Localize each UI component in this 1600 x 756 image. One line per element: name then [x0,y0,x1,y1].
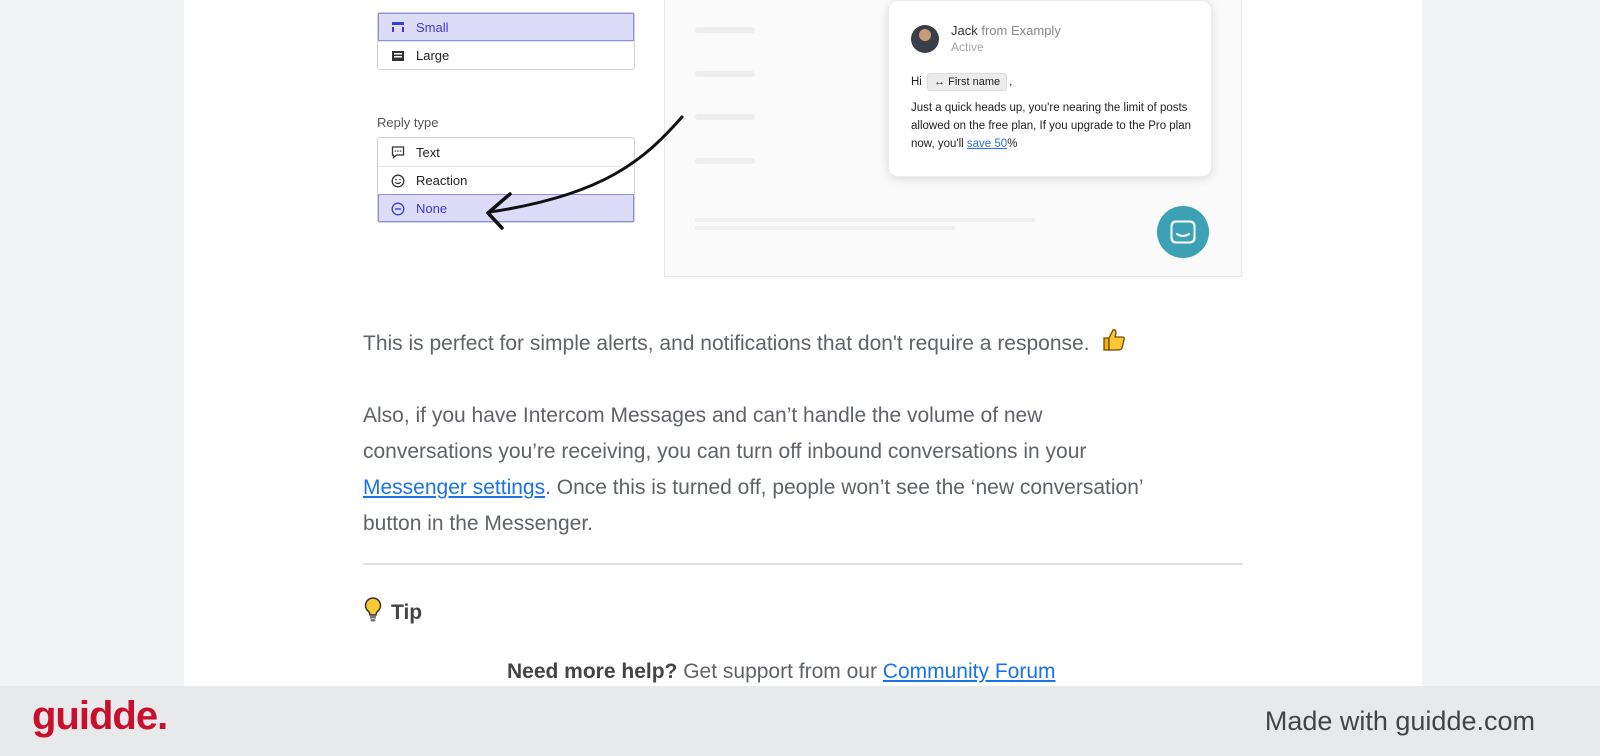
paragraph-text: This is perfect for simple alerts, and n… [363,332,1090,355]
paragraph-line: button in the Messenger. [363,512,593,535]
article-screenshot: Small Large Reply type Text Reaction Non… [184,0,1422,280]
article-page: Small Large Reply type Text Reaction Non… [184,0,1422,686]
help-line: Need more help? Get support from our Com… [507,660,1056,684]
help-text: Get support from our [677,660,883,683]
thumbs-up-icon [1101,327,1127,365]
lightbulb-icon [363,596,383,630]
annotation-arrow [486,115,684,230]
paragraph-text: . Once this is turned off, people won’t … [545,476,1144,499]
paragraph-line: Also, if you have Intercom Messages and … [363,404,1043,427]
paragraph-line: conversations you’re receiving, you can … [363,440,1087,463]
article-paragraph-2: Also, if you have Intercom Messages and … [363,398,1144,542]
section-divider [363,563,1243,565]
made-with-text[interactable]: Made with guidde.com [1265,706,1535,737]
footer-bar: guidde. Made with guidde.com [0,686,1600,756]
help-bold: Need more help? [507,660,678,683]
tip-label: Tip [391,601,423,624]
tip-heading: Tip [363,596,422,630]
guidde-logo[interactable]: guidde. [32,694,168,739]
messenger-settings-link[interactable]: Messenger settings [363,476,545,499]
paragraph-line: Messenger settings. Once this is turned … [363,470,1144,506]
article-paragraph-1: This is perfect for simple alerts, and n… [363,326,1127,365]
community-forum-link[interactable]: Community Forum [883,660,1056,683]
